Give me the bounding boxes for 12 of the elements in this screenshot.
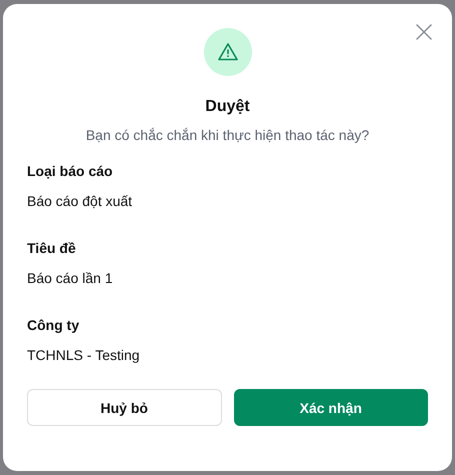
cancel-button[interactable]: Huỷ bỏ [27,389,222,426]
dialog-message: Bạn có chắc chắn khi thực hiện thao tác này? [84,127,370,143]
close-icon[interactable] [416,24,432,40]
field-label: Công ty [27,317,80,333]
field-value: TCHNLS - Testing [27,347,141,363]
field-label: Tiêu đề [27,240,77,256]
dialog-title: Duyệt [204,98,251,116]
warning-icon [204,28,252,76]
confirm-button[interactable]: Xác nhận [234,389,428,426]
field-value: Báo cáo đột xuất [27,193,134,209]
field-value: Báo cáo lần 1 [27,270,114,286]
field-label: Loại báo cáo [27,163,114,179]
